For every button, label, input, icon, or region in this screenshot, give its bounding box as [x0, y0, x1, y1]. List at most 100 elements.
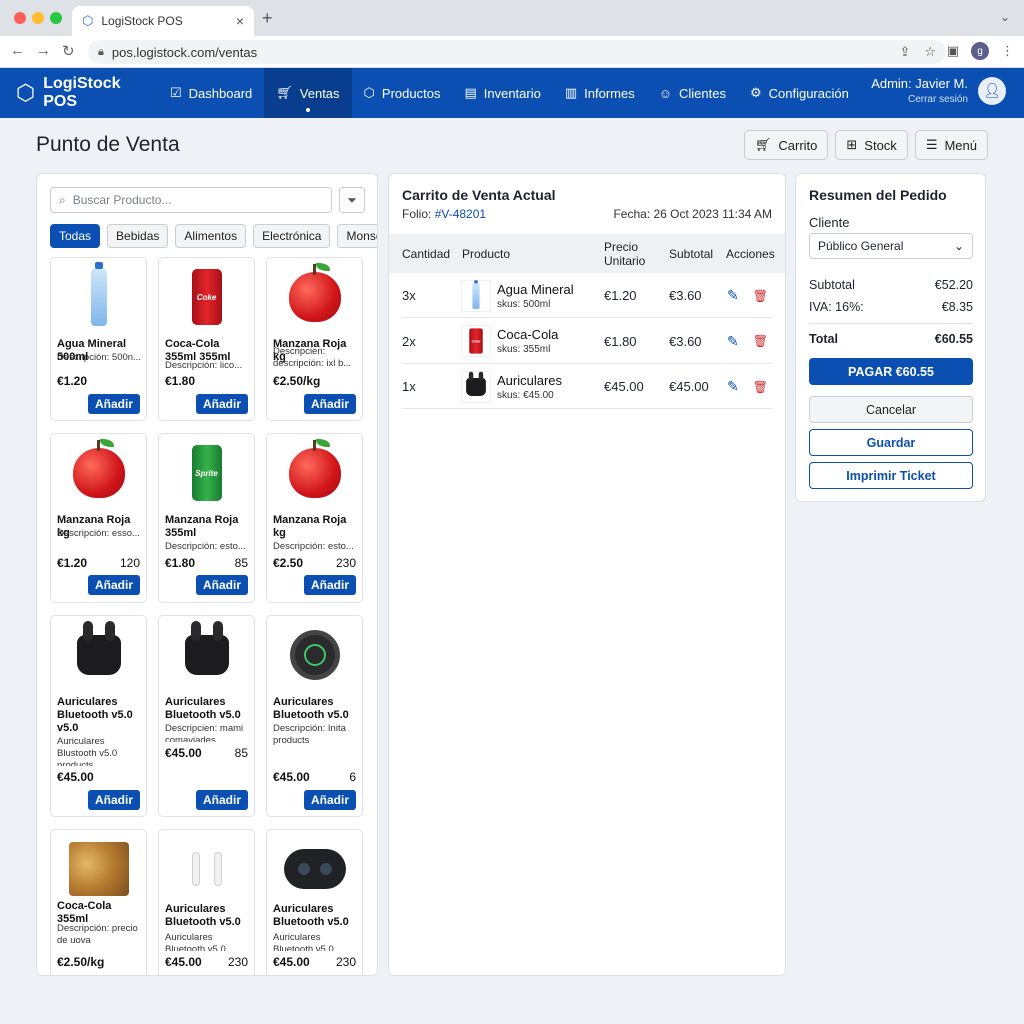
save-button[interactable]: Guardar: [809, 429, 973, 456]
minimize-window-dot[interactable]: [32, 12, 44, 24]
add-to-cart-button[interactable]: Añadir: [196, 975, 248, 976]
pay-button[interactable]: PAGAR €60.55: [809, 358, 973, 385]
nav-label: Dashboard: [188, 85, 253, 101]
product-stock: 230: [335, 955, 356, 969]
cart-button[interactable]: 🛒︎ Carrito: [743, 130, 829, 160]
star-icon[interactable]: ☆: [924, 44, 936, 60]
chip-todas[interactable]: Todas: [50, 224, 101, 248]
nav-clientes[interactable]: ☺ Clientes: [647, 68, 738, 118]
cola-can-image: Coke: [191, 269, 222, 325]
more-icon[interactable]: ⋮: [1001, 43, 1014, 59]
product-card[interactable]: Coca-Cola 355ml Descripción: precio de uo…: [50, 829, 147, 976]
chip-alimentos[interactable]: Alimentos: [175, 224, 247, 248]
url-text: pos.logistock.com/ventas: [111, 44, 258, 60]
cart-product-name: Agua Mineral: [497, 281, 574, 297]
add-to-cart-button[interactable]: Añadir: [88, 575, 140, 595]
product-price: €1.80: [165, 556, 196, 570]
add-to-cart-button[interactable]: Añadir: [196, 790, 248, 810]
order-summary-panel: Resumen del Pedido Cliente Público Gener…: [795, 173, 986, 502]
product-name: Auriculares Bluetooth v5.0: [273, 903, 349, 928]
cancel-button[interactable]: Cancelar: [809, 396, 973, 423]
cart-panel: Carrito de Venta Actual Folio: #V-48201 …: [388, 173, 786, 976]
profile-avatar[interactable]: g: [971, 42, 989, 60]
product-search-input[interactable]: ⌕ Buscar Producto...: [50, 187, 332, 213]
logout-link[interactable]: Cerrar sesión: [871, 94, 968, 105]
user-menu[interactable]: Admin: Javier M. Cerrar sesión 👤︎: [871, 76, 1006, 105]
add-to-cart-button[interactable]: Añadir: [88, 790, 140, 810]
new-tab-icon[interactable]: +: [262, 8, 273, 29]
share-icon[interactable]: ⇪: [899, 44, 910, 60]
cart-icon: 🛒︎: [754, 137, 772, 152]
brand[interactable]: ⬡ LogiStock POS: [0, 75, 158, 111]
product-card[interactable]: Auriculares Bluetooth v5.0 Descripción: I…: [266, 615, 363, 817]
product-card[interactable]: Coke Coca-Cola 355ml 355ml Descripción: li…: [158, 257, 255, 421]
add-to-cart-button[interactable]: Añadir: [196, 394, 248, 414]
cart-qty: 1x: [402, 379, 416, 394]
client-select[interactable]: Público General ⌄: [809, 233, 973, 259]
product-description: Descripción: esto...: [165, 541, 246, 552]
product-card[interactable]: Auriculares Bluetooth v5.0 Descripcien: m…: [158, 615, 255, 817]
chip-electronica[interactable]: Electrónica: [253, 224, 331, 248]
add-to-cart-button[interactable]: Añadir: [88, 975, 140, 976]
reload-icon[interactable]: ↻: [62, 42, 75, 60]
nav-ventas[interactable]: 🛒︎ Ventas: [264, 68, 352, 118]
add-to-cart-button[interactable]: Añadir: [304, 975, 356, 976]
tab-title: LogiStock POS: [101, 14, 183, 28]
apple-image: [288, 439, 341, 498]
product-price: €45.00: [165, 746, 202, 760]
nav-inventario[interactable]: ▤ Inventario: [452, 68, 552, 118]
edit-icon[interactable]: ✎: [727, 287, 739, 304]
stock-button[interactable]: ⊞ Stock: [835, 130, 908, 160]
trash-icon[interactable]: 🗑︎: [753, 289, 768, 303]
nav-informes[interactable]: ▥ Informes: [553, 68, 647, 118]
total-value: €60.55: [934, 332, 973, 346]
product-card[interactable]: Manzana Roja kg Descripcien: descripción:…: [266, 257, 363, 421]
product-price: €45.00: [273, 770, 310, 784]
product-card[interactable]: Agua Mineral 500ml Descripción: 500n... €1…: [50, 257, 147, 421]
add-to-cart-button[interactable]: Añadir: [304, 790, 356, 810]
edit-icon[interactable]: ✎: [727, 378, 739, 395]
cart-row: 1x Auriculares skus: €45.00 €45.00 €45.00 ✎ 🗑︎: [402, 364, 772, 409]
product-card[interactable]: Auriculares Bluetooth v5.0 Auriculares Bl…: [158, 829, 255, 976]
sidebar-toggle-icon[interactable]: ▣: [947, 43, 959, 59]
button-label: Carrito: [778, 137, 818, 153]
forward-icon[interactable]: →: [36, 42, 51, 59]
product-card[interactable]: Auriculares Bluetooth v5.0 Auriculares Bl…: [266, 829, 363, 976]
product-description: Descripción: esto...: [273, 541, 354, 552]
add-to-cart-button[interactable]: Añadir: [196, 575, 248, 595]
iva-line: IVA: 16%: €8.35: [809, 300, 973, 314]
product-card[interactable]: Sprite Manzana Roja 355ml Descripción: est…: [158, 433, 255, 603]
chevron-down-icon[interactable]: ⌄: [1000, 10, 1010, 24]
product-name: Auriculares Bluetooth v5.0: [273, 696, 349, 721]
filter-button[interactable]: ⏷: [339, 187, 365, 213]
iva-value: €8.35: [941, 300, 973, 314]
product-card[interactable]: Manzana Roja kg Descripción: esto... €2.50…: [266, 433, 363, 603]
add-to-cart-button[interactable]: Añadir: [88, 394, 140, 414]
browser-tab[interactable]: ⬡ LogiStock POS ×: [72, 6, 254, 36]
close-tab-icon[interactable]: ×: [236, 13, 244, 29]
url-field[interactable]: 🔒︎ pos.logistock.com/ventas ⇪ ☆: [88, 40, 946, 64]
edit-icon[interactable]: ✎: [727, 333, 739, 350]
product-price: €1.80: [165, 374, 196, 388]
maximize-window-dot[interactable]: [50, 12, 62, 24]
print-ticket-button[interactable]: Imprimir Ticket: [809, 462, 973, 489]
menu-button[interactable]: ☰ Menú: [914, 130, 988, 160]
product-image: [267, 438, 362, 508]
back-icon[interactable]: ←: [10, 42, 25, 59]
chip-monserario[interactable]: Monserario: [337, 224, 377, 248]
add-to-cart-button[interactable]: Añadir: [304, 394, 356, 414]
avatar[interactable]: 👤︎: [978, 76, 1006, 105]
nav-productos[interactable]: ⬡ Productos: [352, 68, 453, 118]
trash-icon[interactable]: 🗑︎: [753, 334, 768, 348]
chip-bebidas[interactable]: Bebidas: [107, 224, 169, 248]
cart-unit-price: €1.80: [604, 333, 637, 349]
add-to-cart-button[interactable]: Añadir: [304, 575, 356, 595]
nav-configuracion[interactable]: ⚙ Configuración: [738, 68, 861, 118]
close-window-dot[interactable]: [14, 12, 26, 24]
product-card[interactable]: Manzana Roja kg Descripción: esso... €1.20…: [50, 433, 147, 603]
product-card[interactable]: Auriculares Bluetooth v5.0 v5.0 Auricular…: [50, 615, 147, 817]
nav-dashboard[interactable]: ☑ Dashboard: [158, 68, 264, 118]
folio-link[interactable]: #V-48201: [435, 207, 486, 221]
trash-icon[interactable]: 🗑︎: [753, 380, 768, 394]
product-stock: 85: [234, 556, 248, 570]
